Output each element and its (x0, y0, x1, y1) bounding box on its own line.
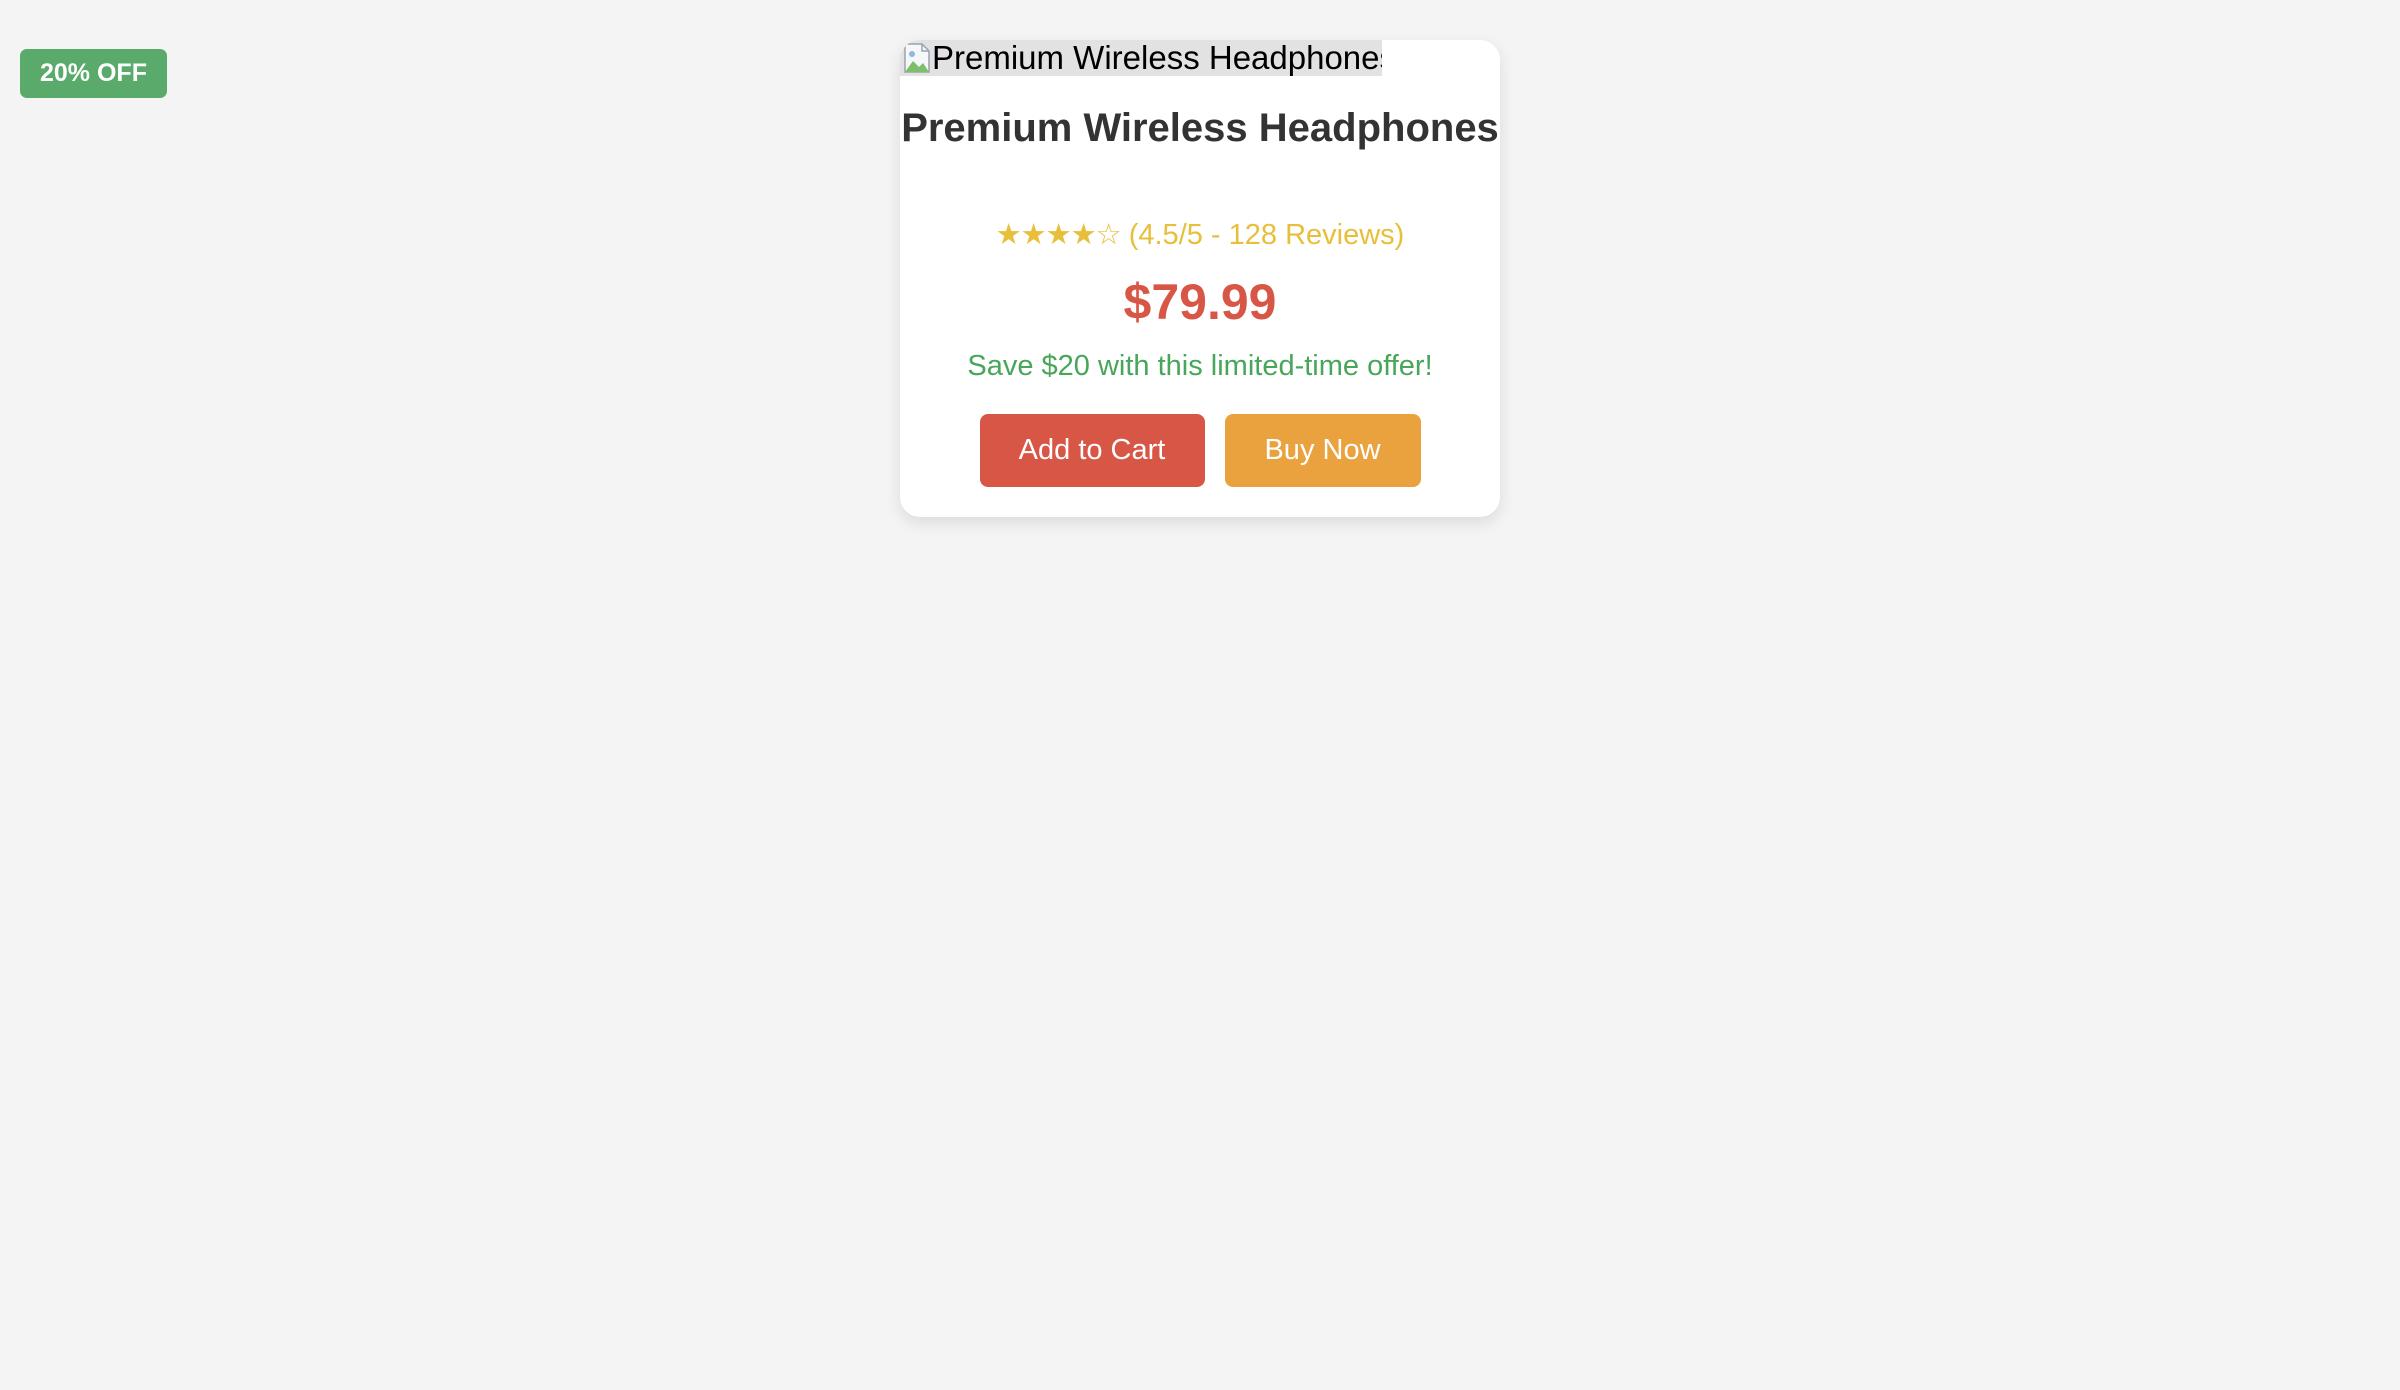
rating-stars-icon: ★★★★☆ (995, 219, 1122, 251)
buy-now-button[interactable]: Buy Now (1224, 414, 1421, 487)
product-price: $79.99 (1123, 274, 1277, 330)
discount-badge: 20% OFF (20, 49, 167, 98)
product-card: Premium Wireless Headphones Premium Wire… (900, 40, 1500, 517)
rating-text: (4.5/5 - 128 Reviews) (1128, 219, 1405, 251)
product-image: Premium Wireless Headphones (900, 40, 1382, 76)
product-title: Premium Wireless Headphones (901, 106, 1499, 150)
product-image-alt-text: Premium Wireless Headphones (932, 40, 1382, 76)
offer-text: Save $20 with this limited-time offer! (967, 350, 1433, 382)
broken-image-icon (902, 42, 932, 74)
add-to-cart-button[interactable]: Add to Cart (979, 414, 1205, 487)
action-buttons: Add to Cart Buy Now (900, 414, 1500, 487)
product-rating: ★★★★☆ (4.5/5 - 128 Reviews) (900, 215, 1500, 255)
